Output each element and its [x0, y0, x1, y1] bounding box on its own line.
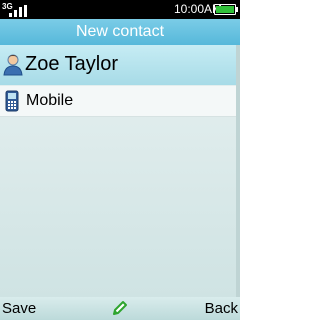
clock: 10:00AM — [174, 2, 223, 16]
pencil-edit-icon[interactable] — [111, 299, 129, 317]
signal-strength-icon: 3G — [2, 2, 32, 17]
mobile-phone-icon — [5, 90, 19, 112]
contact-name-text: Zoe Taylor — [25, 53, 119, 75]
page-title: New contact — [0, 19, 240, 45]
mobile-number-field[interactable]: Mobile — [0, 86, 236, 117]
mobile-field-label: Mobile — [26, 92, 74, 109]
back-button[interactable]: Back — [205, 299, 238, 318]
battery-icon — [214, 4, 238, 15]
save-button[interactable]: Save — [2, 299, 36, 318]
softkey-bar: Save Back — [0, 297, 240, 320]
scrollbar[interactable] — [236, 45, 240, 297]
contact-form: Zoe Taylor Mobile — [0, 45, 240, 297]
status-bar: 3G 10:00AM — [0, 0, 240, 19]
name-field[interactable]: Zoe Taylor — [0, 45, 236, 85]
contact-person-icon — [3, 54, 23, 76]
